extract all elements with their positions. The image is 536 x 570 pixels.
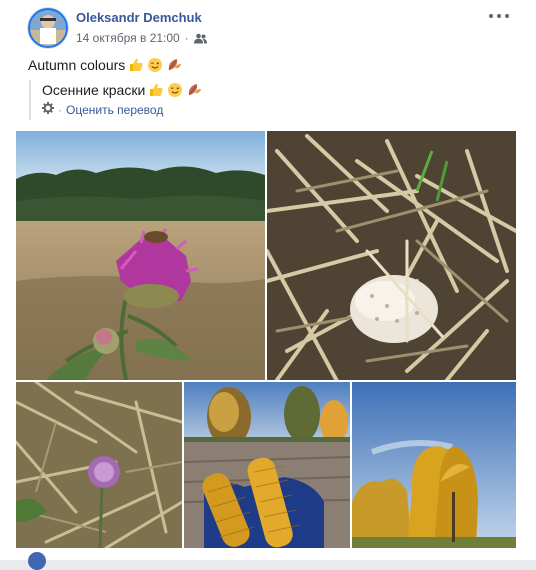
puffball-mushroom-photo[interactable] [267, 131, 516, 380]
translation-text: Осенние краски [42, 82, 202, 98]
fallen-leaf-emoji [186, 82, 202, 98]
dot [489, 14, 493, 18]
author-name[interactable]: Oleksandr Demchuk [76, 10, 202, 25]
rate-separator: · [58, 102, 62, 117]
gear-icon[interactable] [42, 102, 54, 117]
post-text: Autumn colours [28, 57, 182, 73]
rate-translation-row: · Оценить перевод [42, 102, 202, 117]
rate-translation-link[interactable]: Оценить перевод [66, 103, 163, 117]
thistle-field-photo[interactable] [16, 131, 265, 380]
friends-icon[interactable] [193, 33, 207, 44]
thumbs-up-emoji [148, 82, 164, 98]
author-avatar[interactable] [28, 8, 68, 48]
meta-separator: · [184, 31, 189, 45]
post-meta: 14 октября в 21:00 · [76, 31, 207, 45]
dot [505, 14, 509, 18]
translation-block: Осенние краски · Оценить перевод [29, 80, 202, 120]
post-text-content: Autumn colours [28, 57, 126, 73]
translation-text-content: Осенние краски [42, 82, 146, 98]
dot [497, 14, 501, 18]
feed-post: Oleksandr Demchuk 14 октября в 21:00 · A… [0, 0, 536, 570]
thumbs-up-emoji [128, 57, 144, 73]
corn-cobs-photo[interactable] [184, 382, 350, 548]
small-thistle-photo[interactable] [16, 382, 182, 548]
wink-emoji [167, 82, 183, 98]
wink-emoji [147, 57, 163, 73]
comment-avatar[interactable] [28, 552, 46, 570]
golden-trees-photo[interactable] [352, 382, 516, 548]
fallen-leaf-emoji [166, 57, 182, 73]
more-dots-icon[interactable] [489, 8, 509, 24]
post-timestamp[interactable]: 14 октября в 21:00 [76, 31, 180, 45]
